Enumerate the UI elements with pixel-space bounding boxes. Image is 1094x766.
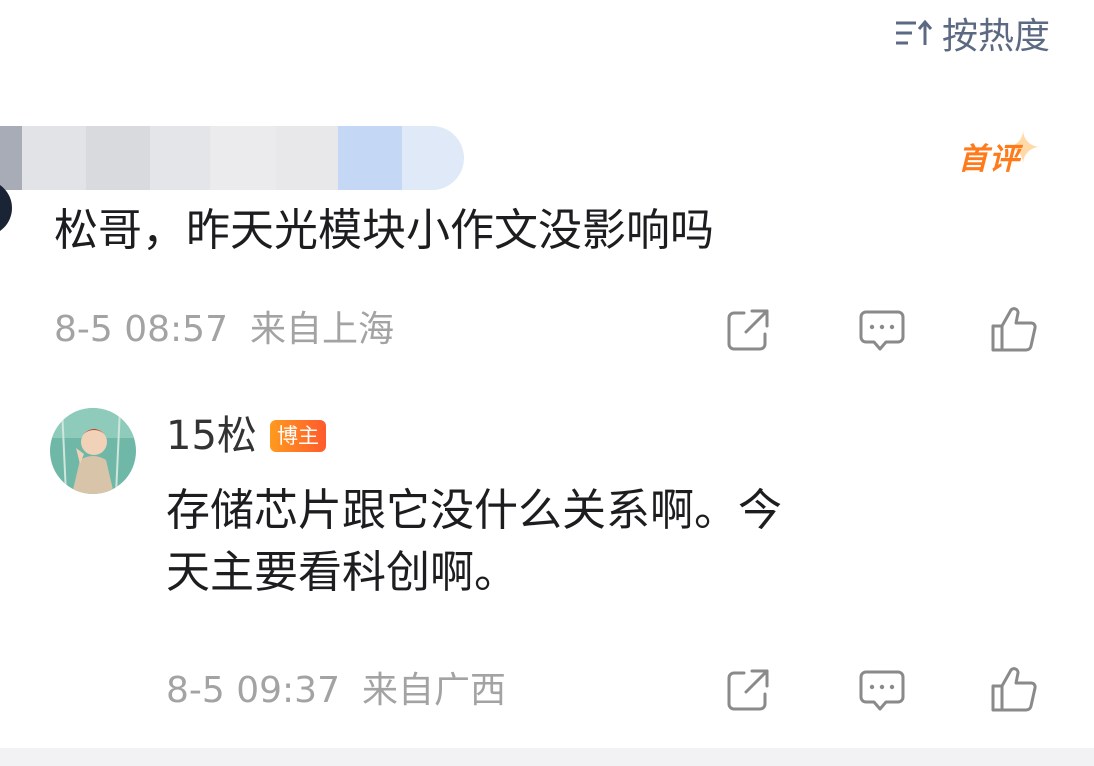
reply-text-line: 存储芯片跟它没什么关系啊。今	[166, 485, 782, 536]
comment-thread: 按热度 ✦ 首评 松哥，昨天光模块小作文没影响吗 8-5 08:57 来自上海	[0, 0, 1094, 766]
first-comment-badge: ✦ 首评	[958, 126, 1046, 178]
comment-text: 松哥，昨天光模块小作文没影响吗	[54, 205, 714, 256]
comment-location: 来自上海	[250, 309, 395, 350]
like-icon[interactable]	[988, 664, 1040, 716]
sort-label: 按热度	[941, 16, 1050, 57]
comment-meta: 8-5 08:57 来自上海	[54, 307, 394, 353]
reply-text: 存储芯片跟它没什么关系啊。今 天主要看科创啊。	[166, 480, 1026, 604]
sort-icon	[894, 18, 934, 48]
comment-icon[interactable]	[856, 304, 908, 356]
divider	[0, 748, 1094, 766]
like-icon[interactable]	[988, 304, 1040, 356]
comment-date: 8-5 08:57	[54, 309, 228, 350]
author-avatar[interactable]	[50, 408, 136, 494]
reply-location: 来自广西	[362, 670, 507, 711]
reply-text-line: 天主要看科创啊。	[166, 547, 518, 598]
reply-date: 8-5 09:37	[166, 670, 340, 711]
reply-meta: 8-5 09:37 来自广西	[166, 668, 506, 714]
sort-by-hot-button[interactable]: 按热度	[894, 10, 1050, 57]
comment-icon[interactable]	[856, 664, 908, 716]
blurred-username	[0, 126, 464, 190]
share-icon[interactable]	[722, 664, 774, 716]
author-host-badge: 博主	[270, 420, 326, 452]
author-name[interactable]: 15松	[166, 410, 257, 462]
share-icon[interactable]	[722, 304, 774, 356]
